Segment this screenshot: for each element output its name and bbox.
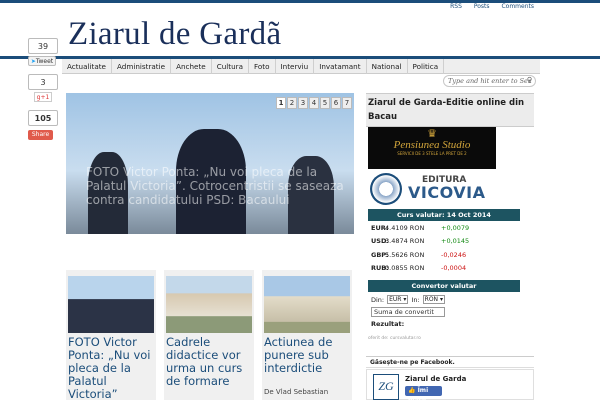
currency-change: +0,0079 <box>441 223 470 232</box>
slide-page-button[interactable]: 1 <box>276 97 286 109</box>
currency-row: GBP: 5.5626 RON -0,0246 <box>368 248 520 262</box>
search-icon[interactable]: ⚲ <box>527 76 532 84</box>
chevron-down-icon: ▾ <box>403 296 407 303</box>
share-button[interactable]: Share <box>28 130 53 140</box>
currency-row: EUR: 4.4109 RON +0,0079 <box>368 221 520 235</box>
converter-currency-row: Din: EUR ▾ In: RON ▾ <box>368 292 520 304</box>
converter-title: Convertor valutar <box>368 280 520 292</box>
article-card[interactable]: FOTO Victor Ponta: „Nu voi pleca de la P… <box>66 270 156 401</box>
article-card[interactable]: Cadrele didactice vor urma un curs de fo… <box>164 270 254 400</box>
article-card[interactable]: Actiunea de punere sub interdictie De Vl… <box>262 270 352 400</box>
amount-input[interactable]: Suma de convertit <box>371 307 445 317</box>
pensiunea-banner[interactable]: ♛ Pensiunea Studio SERVICII DE 3 STELE L… <box>368 127 496 169</box>
article-cards: FOTO Victor Ponta: „Nu voi pleca de la P… <box>66 270 356 401</box>
article-excerpt: De Vlad Sebastian <box>264 388 329 396</box>
comments-link[interactable]: Comments <box>501 3 534 10</box>
currency-code: USD: <box>371 237 389 246</box>
currency-code: GBP: <box>371 250 389 259</box>
nav-item-cultura[interactable]: Cultura <box>212 59 250 74</box>
currency-change: -0,0246 <box>441 250 467 259</box>
vicovia-banner[interactable]: EDITURA VICOVIA <box>368 171 518 208</box>
nav-item-actualitate[interactable]: Actualitate <box>62 59 112 74</box>
seal-icon <box>370 173 402 205</box>
currency-value: 4.4109 RON <box>385 223 425 232</box>
article-title[interactable]: Actiunea de punere sub interdictie <box>264 336 352 375</box>
to-label: In: <box>411 295 420 304</box>
nav-item-administratie[interactable]: Administratie <box>112 59 172 74</box>
from-currency-value: EUR <box>389 296 402 303</box>
nav-item-invatamant[interactable]: Invatamant <box>314 59 367 74</box>
nav-item-foto[interactable]: Foto <box>249 59 276 74</box>
main-nav: Actualitate Administratie Anchete Cultur… <box>62 59 540 74</box>
featured-slider[interactable]: FOTO Victor Ponta: „Nu voi pleca de la P… <box>66 93 354 234</box>
site-logo[interactable]: Ziarul de Gardã <box>68 16 281 53</box>
facebook-page-name[interactable]: Ziarul de Garda <box>405 375 466 383</box>
top-links: RSS Posts Comments <box>440 3 534 10</box>
tweet-label: Tweet <box>35 58 54 65</box>
facebook-widget-title: Găsește-ne pe Facebook. <box>366 356 534 368</box>
nav-item-anchete[interactable]: Anchete <box>171 59 212 74</box>
converter-amount-row: Suma de convertit <box>368 304 520 317</box>
nav-item-politica[interactable]: Politica <box>408 59 445 74</box>
article-thumbnail[interactable] <box>68 276 154 333</box>
slide-pager: 1 2 3 4 5 6 7 <box>275 97 352 109</box>
currency-title: Curs valutar: 14 Oct 2014 <box>368 209 520 221</box>
search-row: Type and hit enter to Sea ⚲ <box>62 74 540 88</box>
currency-row: USD: 3.4874 RON +0,0145 <box>368 235 520 249</box>
currency-change: +0,0145 <box>441 237 470 246</box>
converter-result-row: Rezultat: <box>368 317 520 328</box>
banner-subtitle: SERVICII DE 3 STELE LA PRET DE 2 <box>397 151 467 156</box>
nav-item-interviu[interactable]: Interviu <box>276 59 315 74</box>
article-title[interactable]: FOTO Victor Ponta: „Nu voi pleca de la P… <box>68 336 156 401</box>
slide-page-button[interactable]: 5 <box>320 97 330 109</box>
currency-row: RUB: 0.0855 RON -0,0004 <box>368 262 520 276</box>
currency-code: RUB: <box>371 264 389 273</box>
slide-caption[interactable]: FOTO Victor Ponta: „Nu voi pleca de la P… <box>86 165 354 207</box>
slide-page-button[interactable]: 6 <box>331 97 341 109</box>
sidebar: Ziarul de Garda-Editie online din Bacau <box>366 93 534 127</box>
to-currency-select[interactable]: RON ▾ <box>422 295 445 304</box>
total-share-count: 105 <box>28 110 58 126</box>
article-thumbnail[interactable] <box>166 276 252 333</box>
nav-item-national[interactable]: National <box>367 59 408 74</box>
currency-value: 3.4874 RON <box>385 237 425 246</box>
banner-name: VICOVIA <box>408 183 486 202</box>
slide-page-button[interactable]: 7 <box>342 97 352 109</box>
rss-link[interactable]: RSS <box>450 3 462 10</box>
from-currency-select[interactable]: EUR ▾ <box>387 295 409 304</box>
result-label: Rezultat: <box>371 320 405 328</box>
chevron-down-icon: ▾ <box>439 296 443 303</box>
article-title[interactable]: Cadrele didactice vor urma un curs de fo… <box>166 336 254 388</box>
from-label: Din: <box>371 295 385 304</box>
currency-widget: Curs valutar: 14 Oct 2014 EUR: 4.4109 RO… <box>368 209 520 328</box>
posts-link[interactable]: Posts <box>474 3 490 10</box>
currency-credit-link[interactable]: oferit de: cursvalutar.ro <box>368 336 421 341</box>
facebook-share-count: 39 <box>28 38 58 54</box>
slide-page-button[interactable]: 2 <box>287 97 297 109</box>
edition-widget-title: Ziarul de Garda-Editie online din Bacau <box>366 93 534 127</box>
currency-change: -0,0004 <box>441 264 467 273</box>
share-bar: 39 ➤Tweet 3 g+1 105 Share <box>28 38 58 140</box>
currency-value: 5.5626 RON <box>385 250 425 259</box>
currency-code: EUR: <box>371 223 389 232</box>
twitter-share-count: 3 <box>28 74 58 90</box>
tweet-button[interactable]: ➤Tweet <box>28 56 56 66</box>
to-currency-value: RON <box>424 296 439 303</box>
page-logo[interactable]: ZG <box>373 374 399 400</box>
banner-name: Pensiunea Studio <box>393 139 471 151</box>
search-input[interactable]: Type and hit enter to Sea <box>443 75 536 87</box>
currency-value: 0.0855 RON <box>385 264 425 273</box>
slide-page-button[interactable]: 3 <box>298 97 308 109</box>
facebook-like-button[interactable]: 👍 Îmi place <box>405 386 442 404</box>
facebook-like-box: ZG Ziarul de Garda 👍 Îmi place <box>366 369 534 404</box>
thumbs-up-icon: 👍 <box>408 387 416 394</box>
gplus-button[interactable]: g+1 <box>34 92 52 102</box>
article-thumbnail[interactable] <box>264 276 350 333</box>
slide-page-button[interactable]: 4 <box>309 97 319 109</box>
